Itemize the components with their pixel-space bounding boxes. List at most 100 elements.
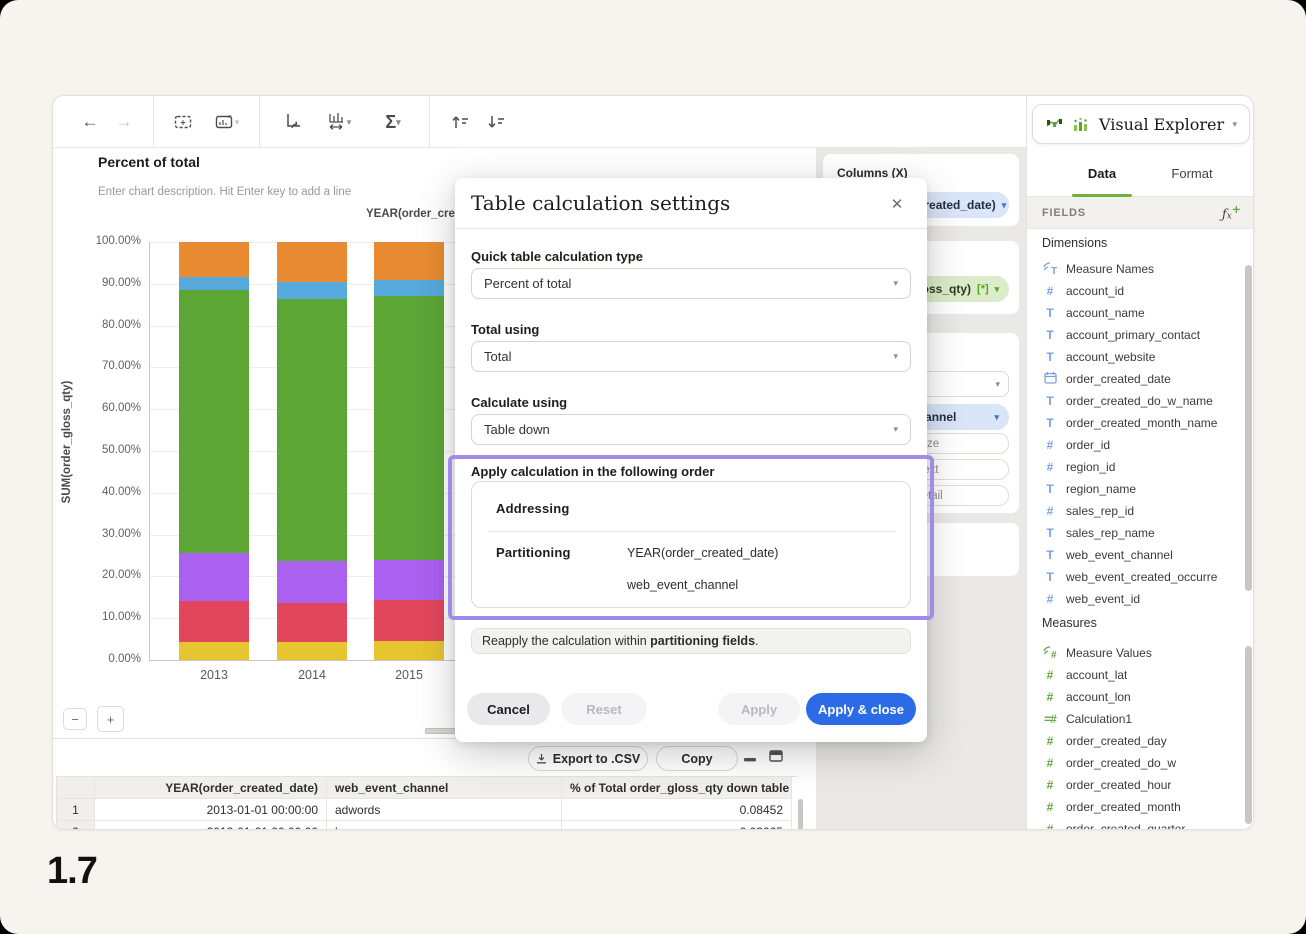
tab-format[interactable]: Format: [1147, 151, 1237, 196]
calculate-using-select[interactable]: Table down ▾: [471, 414, 911, 445]
field-item[interactable]: # order_created_hour: [1042, 774, 1218, 796]
table-row[interactable]: 22013-01-01 00:00:00banner0.03065: [57, 821, 797, 829]
field-item[interactable]: # account_id: [1042, 280, 1218, 302]
field-item[interactable]: # sales_rep_id: [1042, 500, 1218, 522]
chevron-down-icon[interactable]: ▾: [994, 412, 999, 423]
swap-axes-icon[interactable]: [277, 107, 307, 137]
partitioning-field[interactable]: web_event_channel: [627, 578, 738, 592]
sort-descending-icon[interactable]: [481, 107, 511, 137]
bar-segment-segment-3[interactable]: [374, 559, 444, 600]
quick-type-label: Quick table calculation type: [471, 249, 643, 264]
bar-segment-segment-1-bottom[interactable]: [374, 641, 444, 660]
field-item[interactable]: # order_created_day: [1042, 730, 1218, 752]
chart-title[interactable]: Percent of total: [98, 154, 200, 170]
field-item[interactable]: Tweb_event_created_occurred...: [1042, 566, 1218, 588]
results-table[interactable]: YEAR(order_created_date) web_event_channe…: [56, 776, 797, 829]
cancel-button[interactable]: Cancel: [467, 693, 550, 725]
bar-segment-segment-2[interactable]: [277, 603, 347, 642]
field-item[interactable]: Tweb_event_channel: [1042, 544, 1218, 566]
sort-ascending-icon[interactable]: [445, 107, 475, 137]
expand-table-icon[interactable]: [769, 749, 783, 762]
bar-segment-segment-4[interactable]: [277, 298, 347, 562]
field-item[interactable]: Taccount_primary_contact: [1042, 324, 1218, 346]
table-column-header[interactable]: % of Total order_gloss_qty down table: [562, 777, 792, 799]
forward-icon[interactable]: →: [109, 107, 139, 137]
reset-button[interactable]: Reset: [561, 693, 647, 725]
field-name: sales_rep_id: [1066, 504, 1135, 518]
bar-segment-segment-5[interactable]: [374, 279, 444, 297]
partitioning-field[interactable]: YEAR(order_created_date): [627, 546, 778, 560]
chevron-down-icon[interactable]: ▾: [1002, 200, 1007, 211]
quick-type-select[interactable]: Percent of total ▾: [471, 268, 911, 299]
bar-segment-segment-4[interactable]: [374, 296, 444, 560]
close-icon[interactable]: ✕: [885, 192, 909, 216]
bar-chart-icon: [1074, 117, 1087, 131]
collapse-table-icon[interactable]: [743, 752, 757, 763]
field-item[interactable]: Torder_created_month_name: [1042, 412, 1218, 434]
dimensions-scrollbar[interactable]: [1245, 265, 1252, 591]
bar-segment-segment-4[interactable]: [179, 289, 249, 554]
tab-data[interactable]: Data: [1057, 151, 1147, 196]
field-item[interactable]: # region_id: [1042, 456, 1218, 478]
bar-segment-segment-5[interactable]: [179, 277, 249, 290]
field-item[interactable]: # web_event_id: [1042, 588, 1218, 610]
partitioning-label: Partitioning: [496, 545, 571, 560]
field-item[interactable]: Taccount_website: [1042, 346, 1218, 368]
bar-segment-segment-2[interactable]: [179, 600, 249, 643]
total-using-value: Total: [484, 349, 512, 364]
field-name: account_id: [1066, 284, 1125, 298]
bar-segment-segment-6-top[interactable]: [277, 242, 347, 283]
field-item[interactable]: T Measure Names: [1042, 258, 1218, 280]
chart-description-placeholder[interactable]: Enter chart description. Hit Enter key t…: [98, 186, 351, 198]
field-item[interactable]: # order_created_do_w: [1042, 752, 1218, 774]
measures-scrollbar[interactable]: [1245, 646, 1252, 824]
zoom-in-button[interactable]: +: [97, 706, 124, 732]
field-item[interactable]: Taccount_name: [1042, 302, 1218, 324]
field-item[interactable]: # order_created_quarter: [1042, 818, 1218, 830]
table-column-header[interactable]: YEAR(order_created_date): [95, 777, 327, 799]
add-chart-icon[interactable]: +: [169, 107, 199, 137]
field-item[interactable]: # Measure Values: [1042, 642, 1218, 664]
number-type-icon: #: [1046, 822, 1054, 830]
back-icon[interactable]: ←: [75, 107, 105, 137]
field-item[interactable]: # account_lat: [1042, 664, 1218, 686]
bar-segment-segment-6-top[interactable]: [179, 242, 249, 278]
bar-segment-segment-2[interactable]: [374, 599, 444, 642]
bar-segment-segment-3[interactable]: [277, 561, 347, 604]
table-column-header[interactable]: web_event_channel: [327, 777, 562, 799]
field-item[interactable]: Tregion_name: [1042, 478, 1218, 500]
field-item[interactable]: order_created_date: [1042, 368, 1218, 390]
chevron-down-icon[interactable]: ▾: [995, 284, 1000, 295]
export-csv-button[interactable]: Export to .CSV: [528, 746, 648, 771]
total-using-select[interactable]: Total ▾: [471, 341, 911, 372]
text-type-icon: T: [1046, 526, 1054, 540]
svg-text:×: ×: [228, 114, 232, 121]
table-vertical-scrollbar[interactable]: [798, 799, 803, 829]
field-item[interactable]: # order_created_month: [1042, 796, 1218, 818]
bar-segment-segment-1-bottom[interactable]: [179, 642, 249, 660]
bar-segment-segment-3[interactable]: [179, 553, 249, 601]
field-item[interactable]: Tsales_rep_name: [1042, 522, 1218, 544]
zoom-out-button[interactable]: −: [63, 708, 87, 730]
bar-segment-segment-6-top[interactable]: [374, 242, 444, 280]
apply-button[interactable]: Apply: [718, 693, 800, 725]
field-item[interactable]: # account_lon: [1042, 686, 1218, 708]
field-item[interactable]: Torder_created_do_w_name: [1042, 390, 1218, 412]
field-item[interactable]: # order_id: [1042, 434, 1218, 456]
field-name: order_created_date: [1066, 372, 1171, 386]
add-calculation-icon[interactable]: ƒx+: [1222, 203, 1241, 222]
y-tick-label: 40.00%: [101, 485, 141, 498]
element-switcher-button[interactable]: Visual Explorer ▾: [1032, 104, 1250, 144]
aggregate-sigma-icon[interactable]: Σ ▾: [371, 107, 415, 137]
bar-segment-segment-1-bottom[interactable]: [277, 641, 347, 660]
text-type-icon: T: [1046, 416, 1054, 430]
apply-close-button[interactable]: Apply & close: [806, 693, 916, 725]
copy-button[interactable]: Copy: [656, 746, 738, 771]
resize-bars-icon[interactable]: ▾: [317, 107, 361, 137]
field-item[interactable]: =# Calculation1: [1042, 708, 1218, 730]
modal-header-divider: [455, 228, 927, 229]
table-row[interactable]: 1 2013-01-01 00:00:00 adwords 0.08452: [57, 799, 797, 821]
bar-segment-segment-5[interactable]: [277, 282, 347, 299]
remove-chart-icon[interactable]: × ▾: [205, 107, 249, 137]
dimensions-section-label: Dimensions: [1042, 236, 1108, 250]
